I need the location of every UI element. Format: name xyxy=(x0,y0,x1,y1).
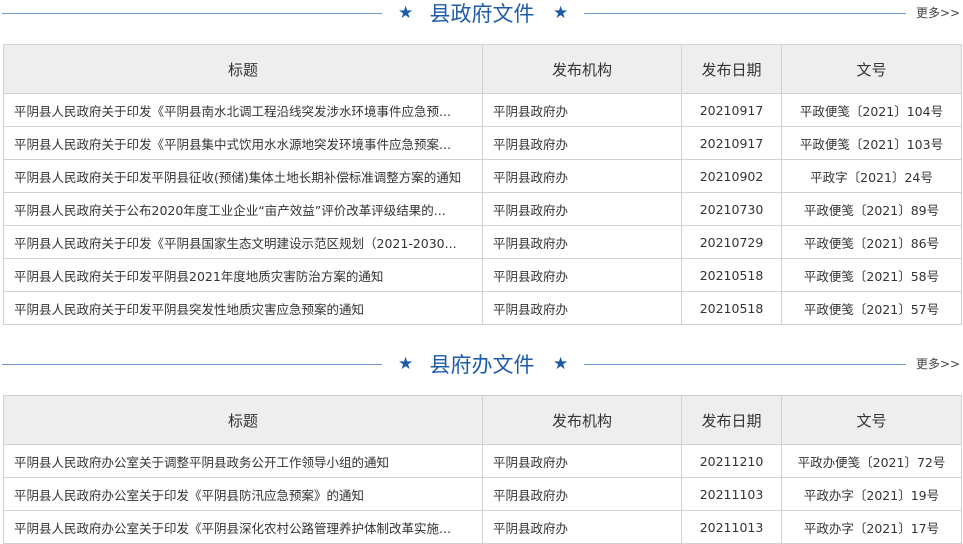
document-title-link[interactable]: 平阴县人民政府办公室关于印发《平阴县深化农村公路管理养护体制改革实施... xyxy=(14,521,451,536)
documents-table: 标题 发布机构 发布日期 文号 平阴县人民政府办公室关于调整平阴县政务公开工作领… xyxy=(3,395,962,544)
column-header-org: 发布机构 xyxy=(482,395,682,445)
column-header-date: 发布日期 xyxy=(681,44,782,94)
date-cell: 20210917 xyxy=(681,126,782,160)
doc-number-cell: 平政字〔2021〕24号 xyxy=(781,159,962,193)
doc-number-cell: 平政便笺〔2021〕58号 xyxy=(781,258,962,292)
publisher-cell: 平阴县政府办 xyxy=(482,291,682,325)
date-cell: 20210518 xyxy=(681,258,782,292)
date-cell: 20210729 xyxy=(681,225,782,259)
section-title: 县政府文件 xyxy=(429,2,535,26)
star-icon: ★ xyxy=(398,354,414,374)
table-row: 平阴县人民政府办公室关于印发《平阴县深化农村公路管理养护体制改革实施... 平阴… xyxy=(3,510,962,544)
document-title-link[interactable]: 平阴县人民政府关于印发平阴县突发性地质灾害应急预案的通知 xyxy=(14,302,364,317)
divider-line xyxy=(2,364,382,365)
divider-line xyxy=(584,13,906,14)
publisher-cell: 平阴县政府办 xyxy=(482,192,682,226)
doc-number-cell: 平政办便笺〔2021〕72号 xyxy=(781,444,962,478)
table-row: 平阴县人民政府关于印发平阴县2021年度地质灾害防治方案的通知 平阴县政府办 2… xyxy=(3,258,962,292)
date-cell: 20210518 xyxy=(681,291,782,325)
column-header-title: 标题 xyxy=(3,44,483,94)
publisher-cell: 平阴县政府办 xyxy=(482,159,682,193)
table-row: 平阴县人民政府关于印发平阴县突发性地质灾害应急预案的通知 平阴县政府办 2021… xyxy=(3,291,962,325)
section-county-office-files: ★ 县府办文件 ★ 更多>> 标题 发布机构 发布日期 文号 平阴县人民政府办公… xyxy=(0,351,963,544)
table-row: 平阴县人民政府关于印发《平阴县集中式饮用水水源地突发环境事件应急预案... 平阴… xyxy=(3,126,962,160)
publisher-cell: 平阴县政府办 xyxy=(482,126,682,160)
date-cell: 20211103 xyxy=(681,477,782,511)
publisher-cell: 平阴县政府办 xyxy=(482,93,682,127)
date-cell: 20210730 xyxy=(681,192,782,226)
section-county-gov-files: ★ 县政府文件 ★ 更多>> 标题 发布机构 发布日期 文号 平阴县人民政府关于… xyxy=(0,0,963,325)
document-title-link[interactable]: 平阴县人民政府关于印发《平阴县国家生态文明建设示范区规划（2021-2030..… xyxy=(14,236,457,251)
section-header: ★ 县府办文件 ★ 更多>> xyxy=(0,351,963,381)
more-link[interactable]: 更多>> xyxy=(916,356,960,372)
column-header-org: 发布机构 xyxy=(482,44,682,94)
table-row: 平阴县人民政府办公室关于调整平阴县政务公开工作领导小组的通知 平阴县政府办 20… xyxy=(3,444,962,478)
document-title-link[interactable]: 平阴县人民政府办公室关于调整平阴县政务公开工作领导小组的通知 xyxy=(14,455,389,470)
column-header-number: 文号 xyxy=(781,395,962,445)
doc-number-cell: 平政便笺〔2021〕104号 xyxy=(781,93,962,127)
doc-number-cell: 平政便笺〔2021〕89号 xyxy=(781,192,962,226)
documents-table: 标题 发布机构 发布日期 文号 平阴县人民政府关于印发《平阴县南水北调工程沿线突… xyxy=(3,44,962,325)
document-title-link[interactable]: 平阴县人民政府办公室关于印发《平阴县防汛应急预案》的通知 xyxy=(14,488,364,503)
publisher-cell: 平阴县政府办 xyxy=(482,444,682,478)
document-title-link[interactable]: 平阴县人民政府关于印发平阴县2021年度地质灾害防治方案的通知 xyxy=(14,269,383,284)
star-icon: ★ xyxy=(553,354,569,374)
table-row: 平阴县人民政府关于印发平阴县征收(预储)集体土地长期补偿标准调整方案的通知 平阴… xyxy=(3,159,962,193)
document-title-link[interactable]: 平阴县人民政府关于印发《平阴县集中式饮用水水源地突发环境事件应急预案... xyxy=(14,137,451,152)
date-cell: 20210917 xyxy=(681,93,782,127)
star-icon: ★ xyxy=(553,3,569,23)
document-title-link[interactable]: 平阴县人民政府关于公布2020年度工业企业“亩产效益”评价改革评级结果的... xyxy=(14,203,446,218)
document-title-link[interactable]: 平阴县人民政府关于印发《平阴县南水北调工程沿线突发涉水环境事件应急预... xyxy=(14,104,451,119)
date-cell: 20211210 xyxy=(681,444,782,478)
more-link[interactable]: 更多>> xyxy=(916,5,960,21)
divider-line xyxy=(584,364,906,365)
doc-number-cell: 平政办字〔2021〕17号 xyxy=(781,510,962,544)
table-header-row: 标题 发布机构 发布日期 文号 xyxy=(3,44,962,94)
star-icon: ★ xyxy=(398,3,414,23)
doc-number-cell: 平政便笺〔2021〕103号 xyxy=(781,126,962,160)
table-row: 平阴县人民政府关于公布2020年度工业企业“亩产效益”评价改革评级结果的... … xyxy=(3,192,962,226)
publisher-cell: 平阴县政府办 xyxy=(482,258,682,292)
column-header-number: 文号 xyxy=(781,44,962,94)
table-row: 平阴县人民政府办公室关于印发《平阴县防汛应急预案》的通知 平阴县政府办 2021… xyxy=(3,477,962,511)
table-header-row: 标题 发布机构 发布日期 文号 xyxy=(3,395,962,445)
date-cell: 20211013 xyxy=(681,510,782,544)
column-header-title: 标题 xyxy=(3,395,483,445)
doc-number-cell: 平政便笺〔2021〕86号 xyxy=(781,225,962,259)
section-header: ★ 县政府文件 ★ 更多>> xyxy=(0,0,963,30)
section-title: 县府办文件 xyxy=(429,353,535,377)
doc-number-cell: 平政便笺〔2021〕57号 xyxy=(781,291,962,325)
divider-line xyxy=(2,13,382,14)
publisher-cell: 平阴县政府办 xyxy=(482,477,682,511)
table-row: 平阴县人民政府关于印发《平阴县南水北调工程沿线突发涉水环境事件应急预... 平阴… xyxy=(3,93,962,127)
table-row: 平阴县人民政府关于印发《平阴县国家生态文明建设示范区规划（2021-2030..… xyxy=(3,225,962,259)
doc-number-cell: 平政办字〔2021〕19号 xyxy=(781,477,962,511)
document-title-link[interactable]: 平阴县人民政府关于印发平阴县征收(预储)集体土地长期补偿标准调整方案的通知 xyxy=(14,170,461,185)
publisher-cell: 平阴县政府办 xyxy=(482,510,682,544)
date-cell: 20210902 xyxy=(681,159,782,193)
publisher-cell: 平阴县政府办 xyxy=(482,225,682,259)
column-header-date: 发布日期 xyxy=(681,395,782,445)
